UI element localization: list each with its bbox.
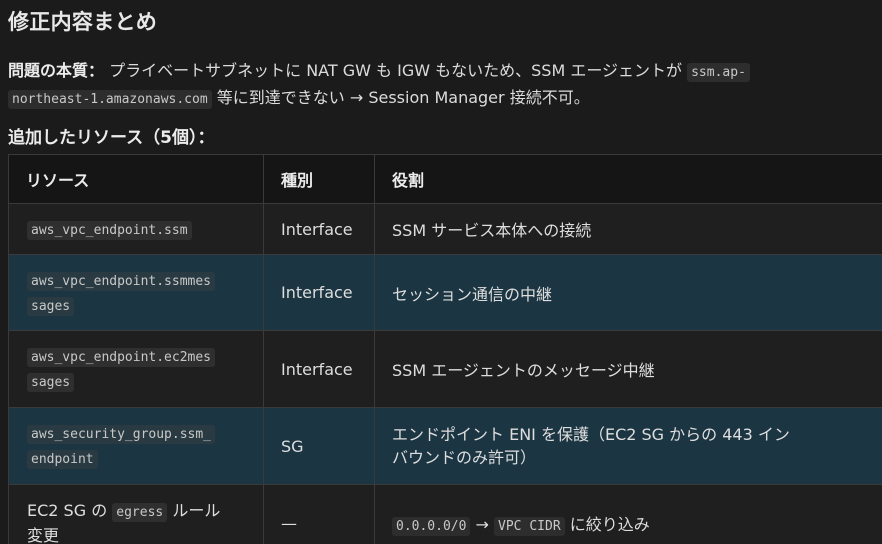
problem-text-2: 等に到達できない → Session Manager 接続不可。 [211, 88, 590, 107]
resource-cell: aws_security_group.ssm_ endpoint [8, 407, 264, 485]
problem-text-1: プライベートサブネットに NAT GW も IGW もないため、SSM エージェ… [104, 61, 688, 80]
resource-code-cont: endpoint [27, 450, 98, 469]
role-suffix: に絞り込み [564, 515, 650, 534]
egress-code: egress [112, 503, 168, 522]
resource-cell: aws_vpc_endpoint.ssm [8, 203, 264, 255]
table-row: aws_security_group.ssm_ endpoint SG エンドポイ… [8, 407, 882, 485]
header-role: 役割 [374, 154, 882, 204]
resources-subheading: 追加したリソース（5個）： [8, 128, 215, 148]
chat-message: 修正内容まとめ 問題の本質： プライベートサブネットに NAT GW も IGW… [0, 0, 882, 544]
problem-line-2: northeast-1.amazonaws.com 等に到達できない → Ses… [8, 84, 882, 111]
role-line-2: バウンドのみ許可） [392, 448, 537, 467]
resource-line-1: EC2 SG の egress ルール [27, 499, 251, 524]
table-header-row: リソース 種別 役割 [8, 154, 882, 204]
resource-prefix: EC2 SG の [27, 501, 113, 520]
resource-cell: EC2 SG の egress ルール変更 [8, 484, 264, 544]
role-cell: セッション通信の中継 [374, 254, 882, 331]
cidr-any-code: 0.0.0.0/0 [392, 517, 471, 536]
role-cell: SSM エージェントのメッセージ中継 [374, 330, 882, 408]
kind-cell: Interface [263, 330, 375, 408]
kind-cell: Interface [263, 254, 375, 331]
problem-paragraph: 問題の本質： プライベートサブネットに NAT GW も IGW もないため、S… [8, 57, 882, 111]
inline-code-host-b: northeast-1.amazonaws.com [8, 90, 212, 109]
inline-code-host-a: ssm.ap- [687, 63, 750, 82]
resource-code-cont: sages [27, 373, 75, 392]
vpc-cidr-code: VPC CIDR [494, 517, 565, 536]
resource-code: aws_vpc_endpoint.ssm [27, 220, 192, 240]
section-heading: 修正内容まとめ [8, 10, 158, 34]
problem-line-1: 問題の本質： プライベートサブネットに NAT GW も IGW もないため、S… [8, 57, 882, 84]
resource-code: aws_security_group.ssm_ [27, 425, 216, 444]
kind-cell: SG [263, 407, 375, 485]
resource-cell: aws_vpc_endpoint.ec2messages [8, 330, 264, 408]
resources-table: リソース 種別 役割 aws_vpc_endpoint.ssm Interfac… [8, 154, 882, 544]
resource-cell: aws_vpc_endpoint.ssmmessages [8, 254, 264, 331]
resource-code: aws_vpc_endpoint.ssmmes [27, 271, 216, 291]
table-row: aws_vpc_endpoint.ssmmessages Interface セ… [8, 254, 882, 331]
resource-line-2: 変更 [27, 526, 60, 544]
resource-suffix: ルール [167, 501, 221, 520]
role-line-1: エンドポイント ENI を保護（EC2 SG からの 443 イン [392, 425, 790, 444]
role-cell: エンドポイント ENI を保護（EC2 SG からの 443 イン バウンドのみ許… [374, 407, 882, 485]
table-row: aws_vpc_endpoint.ec2messages Interface S… [8, 330, 882, 408]
problem-label: 問題の本質： [8, 61, 105, 80]
table-row: aws_vpc_endpoint.ssm Interface SSM サービス本… [8, 203, 882, 255]
table-row: EC2 SG の egress ルール変更 — 0.0.0.0/0 → VPC … [8, 484, 882, 544]
kind-cell: — [263, 484, 375, 544]
header-kind: 種別 [263, 154, 375, 204]
header-resource: リソース [8, 154, 264, 204]
role-cell: 0.0.0.0/0 → VPC CIDR に絞り込み [374, 484, 882, 544]
arrow-text: → [470, 515, 495, 534]
resource-code-cont: sages [27, 296, 75, 316]
kind-cell: Interface [263, 203, 375, 255]
role-cell: SSM サービス本体への接続 [374, 203, 882, 255]
resource-code: aws_vpc_endpoint.ec2mes [27, 348, 216, 367]
